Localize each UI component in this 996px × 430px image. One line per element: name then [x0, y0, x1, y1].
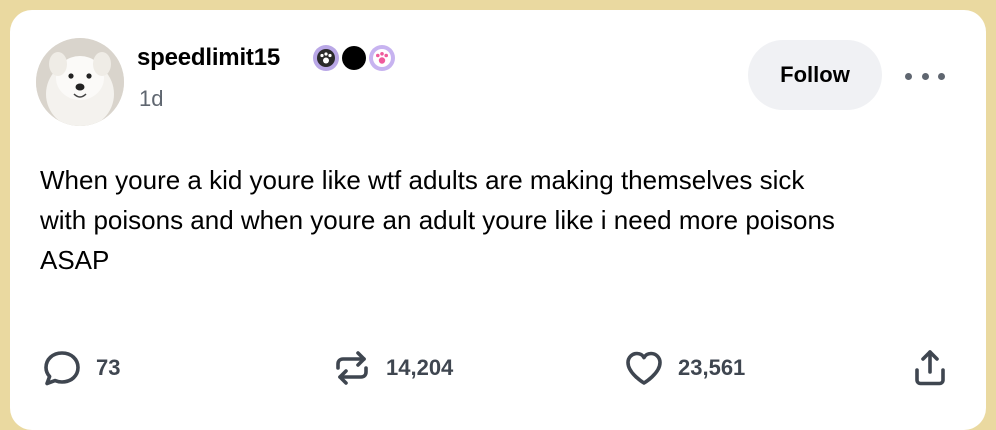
reblog-count: 14,204	[386, 355, 454, 380]
username[interactable]: speedlimit15	[137, 44, 280, 72]
pink-paw-badge-icon[interactable]	[368, 44, 396, 72]
follow-button[interactable]: Follow	[748, 40, 882, 110]
speech-bubble-icon	[40, 346, 84, 390]
reply-count: 73	[96, 355, 121, 380]
more-dot	[921, 72, 929, 80]
badges	[312, 44, 396, 72]
like-button[interactable]: 23,561	[622, 348, 745, 388]
more-dot	[905, 72, 912, 80]
heart-icon	[622, 346, 666, 390]
post-body: When youre a kid youre like wtf adults a…	[40, 165, 835, 275]
paw-badge-icon[interactable]	[312, 44, 340, 72]
black-dot-badge-icon[interactable]	[340, 44, 368, 72]
avatar[interactable]	[36, 38, 124, 126]
like-count: 23,561	[678, 355, 746, 380]
reblog-button[interactable]: 14,204	[330, 348, 453, 388]
reblog-arrows-icon	[330, 346, 374, 390]
share-icon	[908, 346, 952, 390]
share-button[interactable]	[908, 348, 952, 388]
more-dots-icon[interactable]	[905, 64, 945, 88]
post-timestamp[interactable]: 1d	[139, 86, 163, 112]
reply-button[interactable]: 73	[40, 348, 120, 388]
post-card: speedlimit15 1d Follow When youre a kid …	[10, 10, 986, 430]
dog-avatar-image	[36, 38, 124, 126]
more-dot	[938, 72, 945, 80]
